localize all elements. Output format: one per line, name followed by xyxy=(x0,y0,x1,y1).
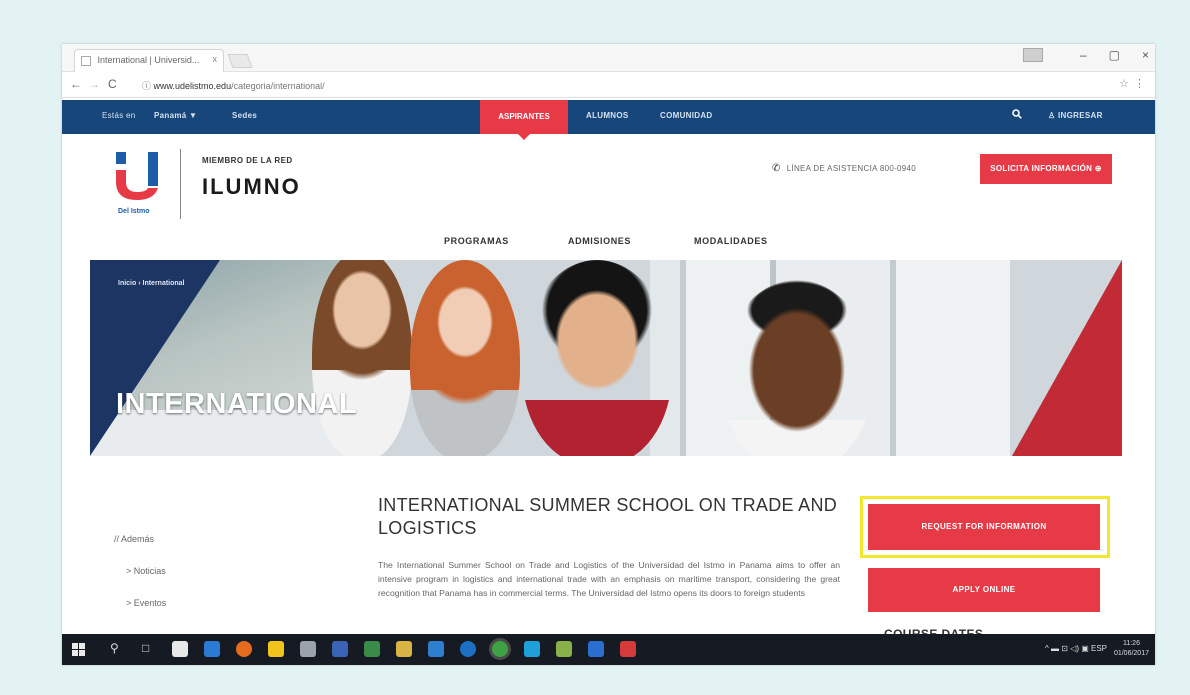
app-icon-8[interactable] xyxy=(588,641,604,657)
system-tray[interactable]: ^ ▬ ⊡ ◁) ▣ ESP xyxy=(1045,644,1107,653)
university-logo[interactable] xyxy=(116,152,158,200)
file-explorer-icon[interactable] xyxy=(268,641,284,657)
back-button[interactable]: ← xyxy=(70,77,82,91)
student-photo-1 xyxy=(312,260,412,456)
ie-icon[interactable] xyxy=(460,641,476,657)
windows-taskbar: ⚲ □ ^ ▬ ⊡ ◁) ▣ ESP 11:26 01/06/2017 xyxy=(62,634,1155,665)
country-selector[interactable]: Panamá ▼ xyxy=(154,111,197,120)
close-window-button[interactable]: × xyxy=(1142,48,1149,62)
bookmark-star-icon[interactable]: ☆ xyxy=(1119,77,1129,90)
member-text: MIEMBRO DE LA RED xyxy=(202,156,293,165)
search-icon[interactable] xyxy=(1012,109,1022,122)
app-icon-7[interactable] xyxy=(556,641,572,657)
url-host: www.udelistmo.edu xyxy=(153,81,232,91)
tab-comunidad[interactable]: COMUNIDAD xyxy=(660,111,712,120)
app-icon-3[interactable] xyxy=(364,641,380,657)
location-label: Estás en xyxy=(102,111,136,120)
logo-divider xyxy=(180,149,181,219)
student-photo-4 xyxy=(722,280,872,456)
app-icon-1[interactable] xyxy=(300,641,316,657)
url-input[interactable]: ⓘ www.udelistmo.edu/categoria/internatio… xyxy=(136,76,1036,94)
sedes-link[interactable]: Sedes xyxy=(232,111,257,120)
maximize-button[interactable]: ▢ xyxy=(1109,48,1120,62)
student-photo-3 xyxy=(522,260,672,456)
site-info-icon[interactable]: ⓘ xyxy=(142,81,151,91)
breadcrumb[interactable]: Inicio › International xyxy=(118,280,185,287)
browser-tab[interactable]: International | Universid... x xyxy=(74,49,224,72)
tab-aspirantes[interactable]: ASPIRANTES xyxy=(480,100,568,140)
site-top-bar: Estás en Panamá ▼ Sedes ASPIRANTES ALUMN… xyxy=(62,100,1155,140)
app-icon-6[interactable] xyxy=(524,641,540,657)
user-profile-icon[interactable] xyxy=(1023,48,1043,62)
app-icon-4[interactable] xyxy=(396,641,412,657)
chrome-icon[interactable] xyxy=(492,641,508,657)
apply-online-button[interactable]: APPLY ONLINE xyxy=(868,568,1100,612)
hero-title: INTERNATIONAL xyxy=(116,388,358,420)
app-icon-2[interactable] xyxy=(332,641,348,657)
clock-date: 01/06/2017 xyxy=(1113,650,1149,657)
new-tab-button[interactable] xyxy=(227,54,253,68)
hero-banner: Inicio › International INTERNATIONAL xyxy=(90,260,1122,456)
hero-red-accent xyxy=(1012,260,1122,456)
article-body: The International Summer School on Trade… xyxy=(378,560,840,598)
nav-admisiones[interactable]: ADMISIONES xyxy=(568,236,631,246)
browser-menu-icon[interactable]: ⋮ xyxy=(1134,77,1145,90)
user-icon: ♙ xyxy=(1048,111,1056,120)
app-icon-9[interactable] xyxy=(620,641,636,657)
window-controls: – ▢ × xyxy=(1080,48,1149,62)
edge-icon[interactable] xyxy=(204,641,220,657)
hero-navy-accent xyxy=(90,260,220,456)
minimize-button[interactable]: – xyxy=(1080,48,1087,62)
clock[interactable]: 11:26 01/06/2017 xyxy=(1114,639,1149,659)
helpline[interactable]: ✆ LÍNEA DE ASISTENCIA 800-0940 xyxy=(772,163,916,174)
screen: International | Universid... x – ▢ × ← →… xyxy=(62,44,1155,665)
browser-tab-bar: International | Universid... x – ▢ × xyxy=(62,44,1155,72)
app-icon-5[interactable] xyxy=(428,641,444,657)
url-path: /categoria/international/ xyxy=(231,81,325,91)
store-icon[interactable] xyxy=(172,641,188,657)
browser-tab-title: International | Universid... xyxy=(97,55,200,65)
firefox-icon[interactable] xyxy=(236,641,252,657)
student-photo-2 xyxy=(410,260,520,456)
request-information-button[interactable]: REQUEST FOR INFORMATION xyxy=(868,504,1100,550)
ilumno-logo[interactable]: ILUMNO xyxy=(202,174,301,200)
article-title: INTERNATIONAL SUMMER SCHOOL ON TRADE AND… xyxy=(378,495,838,538)
forward-button[interactable]: → xyxy=(88,77,100,91)
request-info-button[interactable]: SOLICITA INFORMACIÓN ⊕ xyxy=(980,154,1112,184)
logo-caption: Del Istmo xyxy=(118,208,150,215)
nav-modalidades[interactable]: MODALIDADES xyxy=(694,236,768,246)
search-icon[interactable]: ⚲ xyxy=(110,641,119,655)
clock-time: 11:26 xyxy=(1122,640,1140,647)
tab-close-icon[interactable]: x xyxy=(213,54,218,64)
address-bar: ← → C ⓘ www.udelistmo.edu/categoria/inte… xyxy=(62,72,1155,98)
favicon-icon xyxy=(81,55,91,66)
sidebar-item-eventos[interactable]: > Eventos xyxy=(126,598,166,608)
reload-button[interactable]: C xyxy=(108,77,117,91)
sidebar-heading: // Además xyxy=(114,534,155,544)
login-link[interactable]: ♙ INGRESAR xyxy=(1048,111,1103,120)
sidebar-item-noticias[interactable]: > Noticias xyxy=(126,566,166,576)
task-view-icon[interactable]: □ xyxy=(142,641,149,655)
start-button[interactable] xyxy=(72,643,85,656)
nav-programas[interactable]: PROGRAMAS xyxy=(444,236,509,246)
tab-alumnos[interactable]: ALUMNOS xyxy=(586,111,629,120)
phone-icon: ✆ xyxy=(772,163,781,174)
